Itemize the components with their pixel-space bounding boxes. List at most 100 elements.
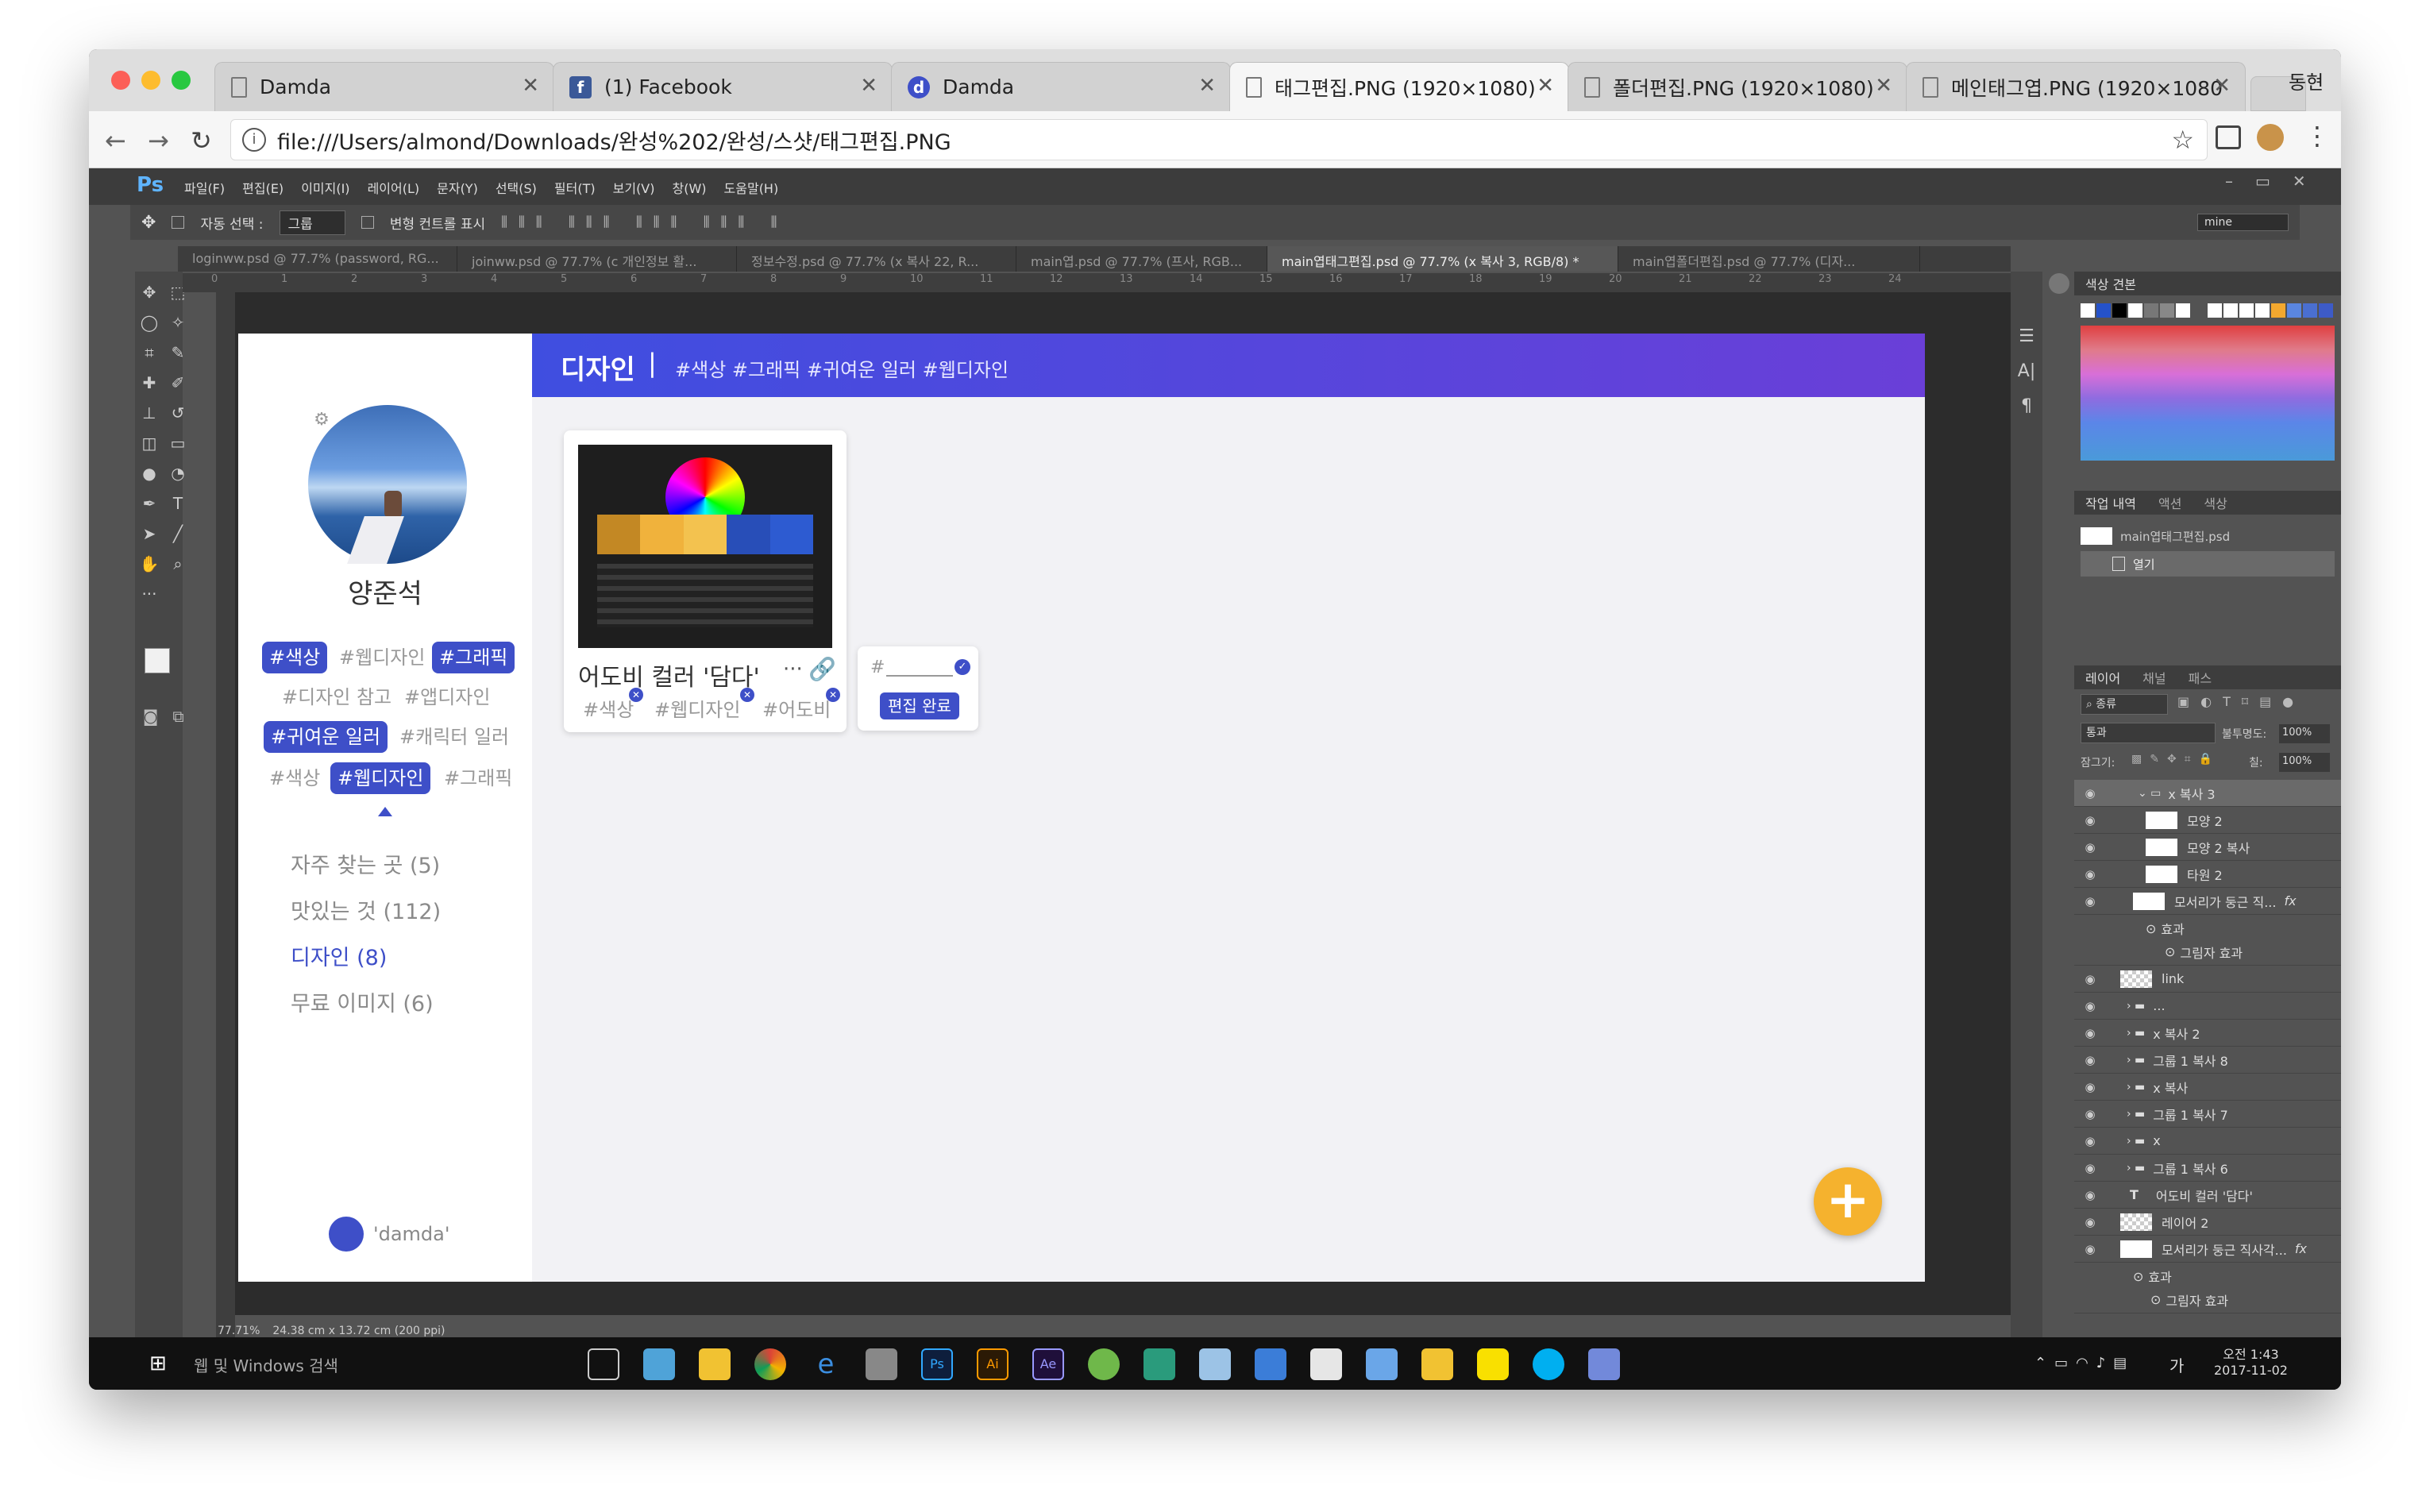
visibility-eye-icon[interactable]: ◉: [2074, 1107, 2106, 1121]
eyedropper-icon[interactable]: ✎: [167, 343, 189, 364]
sidebar-tag[interactable]: #그래픽: [437, 762, 519, 794]
url-field[interactable]: i file:///Users/almond/Downloads/완성%202/…: [230, 119, 2208, 160]
visibility-eye-icon[interactable]: ◉: [2074, 840, 2106, 854]
close-window-button[interactable]: [111, 71, 130, 90]
menu-layer[interactable]: 레이어(L): [368, 178, 420, 197]
category-item-active[interactable]: 디자인 (8): [291, 940, 387, 971]
layer-row[interactable]: ◉ › ▬ x: [2074, 1128, 2341, 1155]
layers-tab[interactable]: 레이어: [2085, 668, 2120, 687]
blur-tool-icon[interactable]: ●: [138, 464, 160, 484]
auto-select-dropdown[interactable]: 그룹: [279, 210, 345, 235]
history-step[interactable]: 열기: [2081, 551, 2335, 577]
color-tab[interactable]: 색상: [2204, 493, 2227, 512]
more-icon[interactable]: ···: [783, 658, 803, 681]
browser-tab[interactable]: 메인태그엽.PNG (1920×1080 ✕: [1906, 62, 2246, 111]
close-tab-icon[interactable]: ✕: [1198, 74, 1216, 98]
menu-window[interactable]: 창(W): [673, 178, 707, 197]
opacity-field[interactable]: 100%: [2279, 724, 2330, 743]
task-view-icon[interactable]: [588, 1348, 619, 1380]
visibility-eye-icon[interactable]: ◉: [2074, 972, 2106, 986]
bookmark-card[interactable]: 어도비 컬러 '담다' ··· 🔗 #색상 ✕ #웹디자인 ✕ #어도비 ✕: [564, 430, 847, 732]
zoom-level[interactable]: 77.71%: [218, 1325, 260, 1337]
category-item[interactable]: 맛있는 것 (112): [291, 894, 441, 925]
visibility-eye-icon[interactable]: ◉: [2074, 894, 2106, 908]
healing-brush-icon[interactable]: ✚: [138, 373, 160, 394]
menu-view[interactable]: 보기(V): [613, 178, 655, 197]
skype-icon[interactable]: [1533, 1348, 1564, 1380]
layer-row[interactable]: ◉ 모양 2 복사: [2074, 834, 2341, 861]
menu-select[interactable]: 선택(S): [496, 178, 537, 197]
layer-effect-item[interactable]: ⊙ 그림자 효과: [2074, 1286, 2341, 1313]
layer-filter-icons[interactable]: ▣◐T⌑▤●: [2177, 694, 2304, 709]
visibility-eye-icon[interactable]: ◉: [2074, 786, 2106, 800]
file-explorer-icon[interactable]: [699, 1348, 731, 1380]
close-tab-icon[interactable]: ✕: [860, 74, 877, 98]
doc-tab[interactable]: main엽.psd @ 77.7% (프사, RGB...: [1016, 246, 1267, 272]
photoshop-taskbar-icon[interactable]: Ps: [921, 1348, 953, 1380]
remove-tag-icon[interactable]: ✕: [629, 688, 643, 702]
swatches-tab[interactable]: 색상 견본: [2085, 274, 2136, 293]
paragraph-panel-icon[interactable]: ¶: [2015, 389, 2038, 424]
fill-field[interactable]: 100%: [2279, 753, 2330, 772]
visibility-eye-icon[interactable]: ◉: [2074, 1053, 2106, 1067]
move-tool-icon[interactable]: ✥: [138, 283, 160, 303]
visibility-eye-icon[interactable]: ◉: [2074, 1242, 2106, 1256]
blue-app-icon[interactable]: [1255, 1348, 1286, 1380]
layer-row[interactable]: ◉ 모서리가 둥근 직사각... fx: [2074, 1236, 2341, 1263]
layer-row[interactable]: ◉ T 어도비 컬러 '담다': [2074, 1182, 2341, 1209]
sidebar-tag[interactable]: #디자인 참고: [275, 681, 399, 713]
gradient-tool-icon[interactable]: ▭: [167, 434, 189, 454]
back-icon[interactable]: ←: [105, 125, 126, 156]
ps-window-controls[interactable]: –▭✕: [2225, 172, 2328, 191]
sidebar-tag[interactable]: #앱디자인: [397, 681, 497, 713]
card-tag[interactable]: #웹디자인: [654, 694, 740, 722]
history-brush-icon[interactable]: ↺: [167, 403, 189, 424]
history-snapshot[interactable]: main엽태그편집.psd: [2081, 523, 2335, 550]
edge-icon[interactable]: e: [810, 1348, 842, 1380]
profile-avatar[interactable]: [308, 405, 467, 564]
sidebar-tag[interactable]: #캐릭터 일러: [392, 721, 516, 753]
taskbar-clock[interactable]: 오전 1:43 2017-11-02: [2214, 1344, 2288, 1378]
workspace-dropdown[interactable]: mine: [2196, 214, 2289, 231]
green-app-icon[interactable]: [1088, 1348, 1120, 1380]
brush-tool-icon[interactable]: ✐: [167, 373, 189, 394]
blend-mode-dropdown[interactable]: 통과: [2081, 723, 2216, 743]
visibility-eye-icon[interactable]: ◉: [2074, 867, 2106, 881]
sidebar-tag[interactable]: #그래픽: [432, 642, 515, 673]
layer-row[interactable]: ◉ › ▬ 그룹 1 복사 7: [2074, 1101, 2341, 1128]
taskbar-search[interactable]: 웹 및 Windows 검색: [194, 1353, 338, 1376]
screen-capture-icon[interactable]: [2216, 125, 2241, 149]
cc-libraries-icon[interactable]: [2049, 273, 2069, 294]
swatches-grid[interactable]: [2081, 303, 2335, 467]
layer-row[interactable]: ◉ › ▬...: [2074, 993, 2341, 1020]
calculator-app-icon[interactable]: [1144, 1348, 1175, 1380]
crop-tool-icon[interactable]: ⌗: [138, 343, 160, 364]
network-app-icon[interactable]: [1366, 1348, 1398, 1380]
layer-row[interactable]: ◉ › ▬ x 복사 2: [2074, 1020, 2341, 1047]
browser-tab[interactable]: 폴더편집.PNG (1920×1080) ✕: [1568, 62, 1907, 111]
minimize-window-button[interactable]: [141, 71, 160, 90]
remove-tag-icon[interactable]: ✕: [826, 688, 840, 702]
hand-tool-icon[interactable]: ✋: [138, 554, 160, 575]
layer-row[interactable]: ◉ 모서리가 둥근 직... fx: [2074, 888, 2341, 915]
bird-app-icon[interactable]: [643, 1348, 675, 1380]
illustrator-taskbar-icon[interactable]: Ai: [977, 1348, 1009, 1380]
card-tag[interactable]: #색상: [583, 694, 634, 722]
confirm-check-icon[interactable]: ✓: [955, 659, 970, 675]
discord-icon[interactable]: [1588, 1348, 1620, 1380]
layer-row[interactable]: ◉ 타원 2: [2074, 861, 2341, 888]
folder-app-icon[interactable]: [1421, 1348, 1453, 1380]
layer-effects-row[interactable]: ⊙ 효과: [2074, 1263, 2341, 1290]
layer-row[interactable]: ◉ 모양 2: [2074, 807, 2341, 834]
type-tool-icon[interactable]: T: [167, 494, 189, 515]
browser-tab[interactable]: Damda ✕: [214, 62, 554, 111]
menu-image[interactable]: 이미지(I): [301, 178, 349, 197]
path-select-icon[interactable]: ➤: [138, 524, 160, 545]
category-item[interactable]: 무료 이미지 (6): [291, 986, 434, 1017]
sidebar-tag[interactable]: #웹디자인: [332, 642, 432, 673]
layer-row[interactable]: ◉ ⌄ ▭ x 복사 3: [2074, 780, 2341, 807]
visibility-eye-icon[interactable]: ◉: [2074, 1215, 2106, 1229]
menu-help[interactable]: 도움말(H): [724, 178, 779, 197]
browser-tab[interactable]: d Damda ✕: [891, 62, 1231, 111]
windows-start-icon[interactable]: ⊞: [149, 1352, 167, 1375]
